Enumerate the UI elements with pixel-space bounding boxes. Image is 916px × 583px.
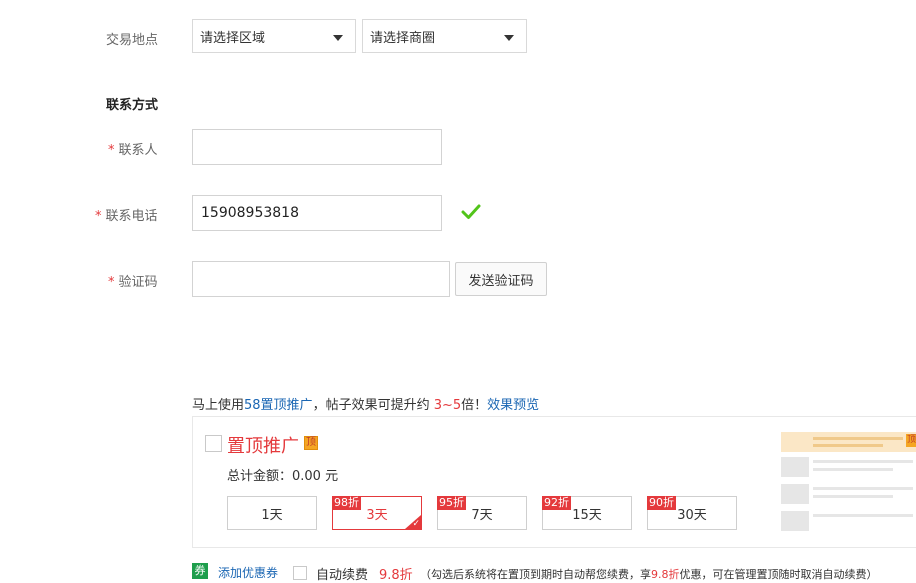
duration-option-3days[interactable]: 98折 3天 ✓: [332, 496, 422, 530]
promo-checkbox[interactable]: [205, 435, 222, 452]
discount-badge: 90折: [647, 496, 676, 510]
promo-title: 置顶推广: [227, 436, 299, 457]
location-label: 交易地点: [106, 33, 159, 48]
top-badge-icon: 顶: [304, 436, 318, 450]
send-code-button[interactable]: 发送验证码: [455, 262, 547, 296]
duration-option-15days[interactable]: 92折 15天: [542, 496, 632, 530]
required-mark: *: [108, 275, 115, 290]
required-mark: *: [108, 143, 115, 158]
region-select[interactable]: 请选择区域: [192, 19, 356, 53]
promo-intro: 马上使用58置顶推广，帖子效果可提升约 3~5倍！效果预览: [192, 398, 540, 413]
region-select-value: 请选择区域: [200, 30, 266, 46]
discount-badge: 92折: [542, 496, 571, 510]
auto-renew-discount: 9.8折: [379, 568, 413, 583]
duration-option-30days[interactable]: 90折 30天: [647, 496, 737, 530]
contact-person-label: * 联系人: [108, 143, 158, 158]
chevron-down-icon: [504, 35, 514, 41]
promo-total: 总计金额：0.00 元: [227, 469, 339, 484]
duration-option-1day[interactable]: 1天: [227, 496, 317, 530]
verify-code-label: * 验证码: [108, 275, 158, 290]
contact-section-title: 联系方式: [106, 98, 159, 113]
chevron-down-icon: [333, 35, 343, 41]
check-icon: ✓: [412, 519, 420, 529]
preview-link[interactable]: 效果预览: [487, 398, 539, 413]
required-mark: *: [95, 209, 102, 224]
auto-renew-checkbox[interactable]: [293, 566, 307, 580]
auto-renew-label: 自动续费: [316, 568, 369, 583]
duration-option-7days[interactable]: 95折 7天: [437, 496, 527, 530]
top-badge-icon: 顶: [906, 434, 916, 447]
contact-phone-input[interactable]: 15908953818: [192, 195, 442, 231]
coupon-icon: 券: [192, 563, 208, 579]
discount-badge: 98折: [332, 496, 361, 510]
add-coupon-link[interactable]: 添加优惠券: [218, 564, 278, 581]
discount-badge: 95折: [437, 496, 466, 510]
check-icon: [461, 204, 481, 219]
contact-person-input[interactable]: [192, 129, 442, 165]
promo-intro-link[interactable]: 58置顶推广: [244, 398, 313, 413]
area-select-value: 请选择商圈: [370, 30, 436, 46]
promo-preview-thumbnail: 顶: [781, 432, 916, 532]
verify-code-input[interactable]: [192, 261, 450, 297]
contact-phone-label: * 联系电话: [95, 209, 158, 224]
area-select[interactable]: 请选择商圈: [362, 19, 527, 53]
